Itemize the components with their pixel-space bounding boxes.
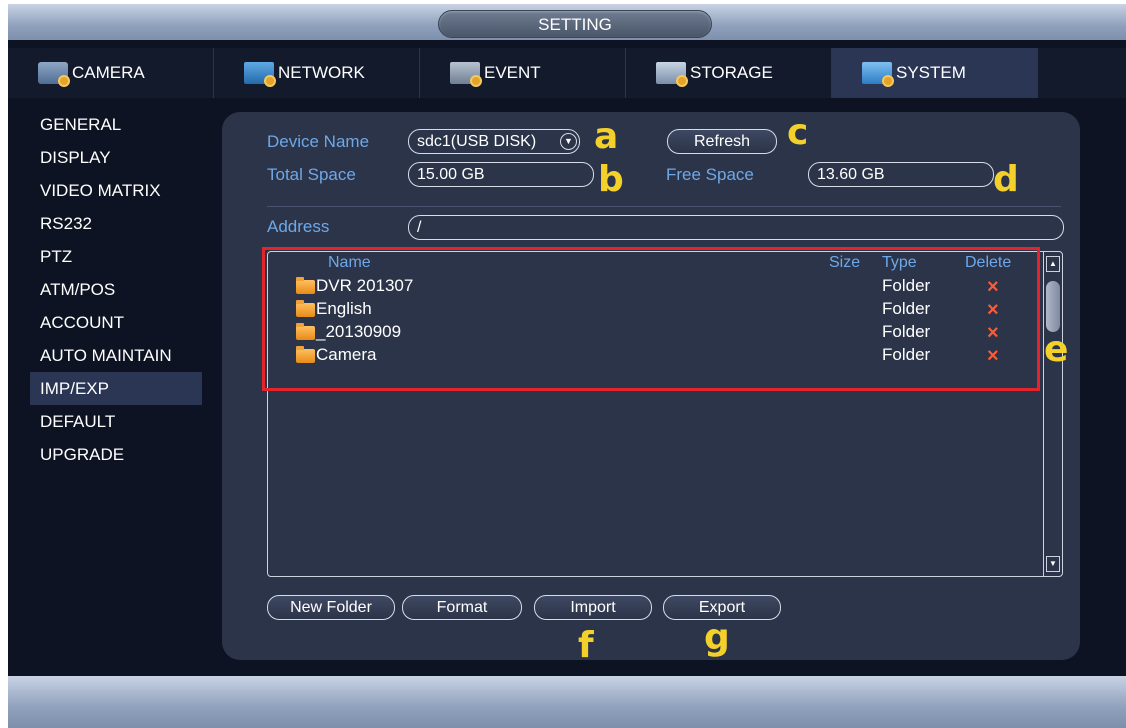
scrollbar-thumb[interactable]	[1046, 281, 1060, 332]
sidebar-item-default[interactable]: DEFAULT	[30, 405, 202, 438]
device-name-select[interactable]: sdc1(USB DISK) ▼	[408, 129, 580, 154]
tab-network[interactable]: NETWORK	[214, 48, 420, 98]
free-space-label: Free Space	[666, 165, 754, 184]
tab-event[interactable]: EVENT	[420, 48, 626, 98]
tab-label: SYSTEM	[896, 63, 966, 82]
file-list-highlight	[262, 247, 1040, 391]
left-border	[0, 0, 8, 728]
sidebar-item-display[interactable]: DISPLAY	[30, 141, 202, 174]
annotation-a: a	[594, 116, 619, 157]
tab-label: STORAGE	[690, 63, 773, 82]
tab-system[interactable]: SYSTEM	[832, 48, 1038, 98]
event-gear-icon	[450, 62, 482, 87]
storage-gear-icon	[656, 62, 688, 87]
sidebar-item-atm-pos[interactable]: ATM/POS	[30, 273, 202, 306]
sidebar: GENERAL DISPLAY VIDEO MATRIX RS232 PTZ A…	[30, 108, 202, 471]
sidebar-item-ptz[interactable]: PTZ	[30, 240, 202, 273]
camera-gear-icon	[38, 62, 70, 87]
sidebar-item-imp-exp[interactable]: IMP/EXP	[30, 372, 202, 405]
sidebar-item-general[interactable]: GENERAL	[30, 108, 202, 141]
title-bar: SETTING	[8, 4, 1126, 40]
free-space-field: 13.60 GB	[808, 162, 994, 187]
file-list-scrollbar[interactable]: ▲ ▼	[1043, 252, 1062, 576]
total-space-field: 15.00 GB	[408, 162, 594, 187]
main-tabs: CAMERA NETWORK EVENT STORAGE SYSTEM	[8, 48, 1126, 98]
network-gear-icon	[244, 62, 276, 87]
annotation-b: b	[598, 159, 624, 200]
format-button[interactable]: Format	[402, 595, 522, 620]
annotation-c: c	[787, 112, 809, 153]
import-button[interactable]: Import	[534, 595, 652, 620]
tab-label: NETWORK	[278, 63, 365, 82]
annotation-e: e	[1044, 329, 1069, 370]
sidebar-item-video-matrix[interactable]: VIDEO MATRIX	[30, 174, 202, 207]
annotation-d: d	[993, 159, 1019, 200]
sidebar-item-upgrade[interactable]: UPGRADE	[30, 438, 202, 471]
system-gear-icon	[862, 62, 894, 87]
refresh-button[interactable]: Refresh	[667, 129, 777, 154]
window-title: SETTING	[438, 10, 712, 38]
sidebar-item-auto-maintain[interactable]: AUTO MAINTAIN	[30, 339, 202, 372]
chevron-down-icon[interactable]: ▼	[560, 133, 577, 150]
tab-camera[interactable]: CAMERA	[8, 48, 214, 98]
scroll-up-icon[interactable]: ▲	[1046, 256, 1060, 272]
tab-label: EVENT	[484, 63, 541, 82]
tab-label: CAMERA	[72, 63, 145, 82]
footer-bar	[8, 676, 1126, 728]
total-space-label: Total Space	[267, 165, 356, 184]
device-name-label: Device Name	[267, 132, 370, 151]
address-field[interactable]: /	[408, 215, 1064, 240]
sidebar-item-account[interactable]: ACCOUNT	[30, 306, 202, 339]
address-label: Address	[267, 217, 330, 236]
scroll-down-icon[interactable]: ▼	[1046, 556, 1060, 572]
sidebar-item-rs232[interactable]: RS232	[30, 207, 202, 240]
tab-storage[interactable]: STORAGE	[626, 48, 832, 98]
annotation-f: f	[578, 625, 594, 666]
device-name-value: sdc1(USB DISK)	[417, 133, 537, 150]
divider	[267, 206, 1061, 207]
new-folder-button[interactable]: New Folder	[267, 595, 395, 620]
annotation-g: g	[704, 617, 730, 658]
